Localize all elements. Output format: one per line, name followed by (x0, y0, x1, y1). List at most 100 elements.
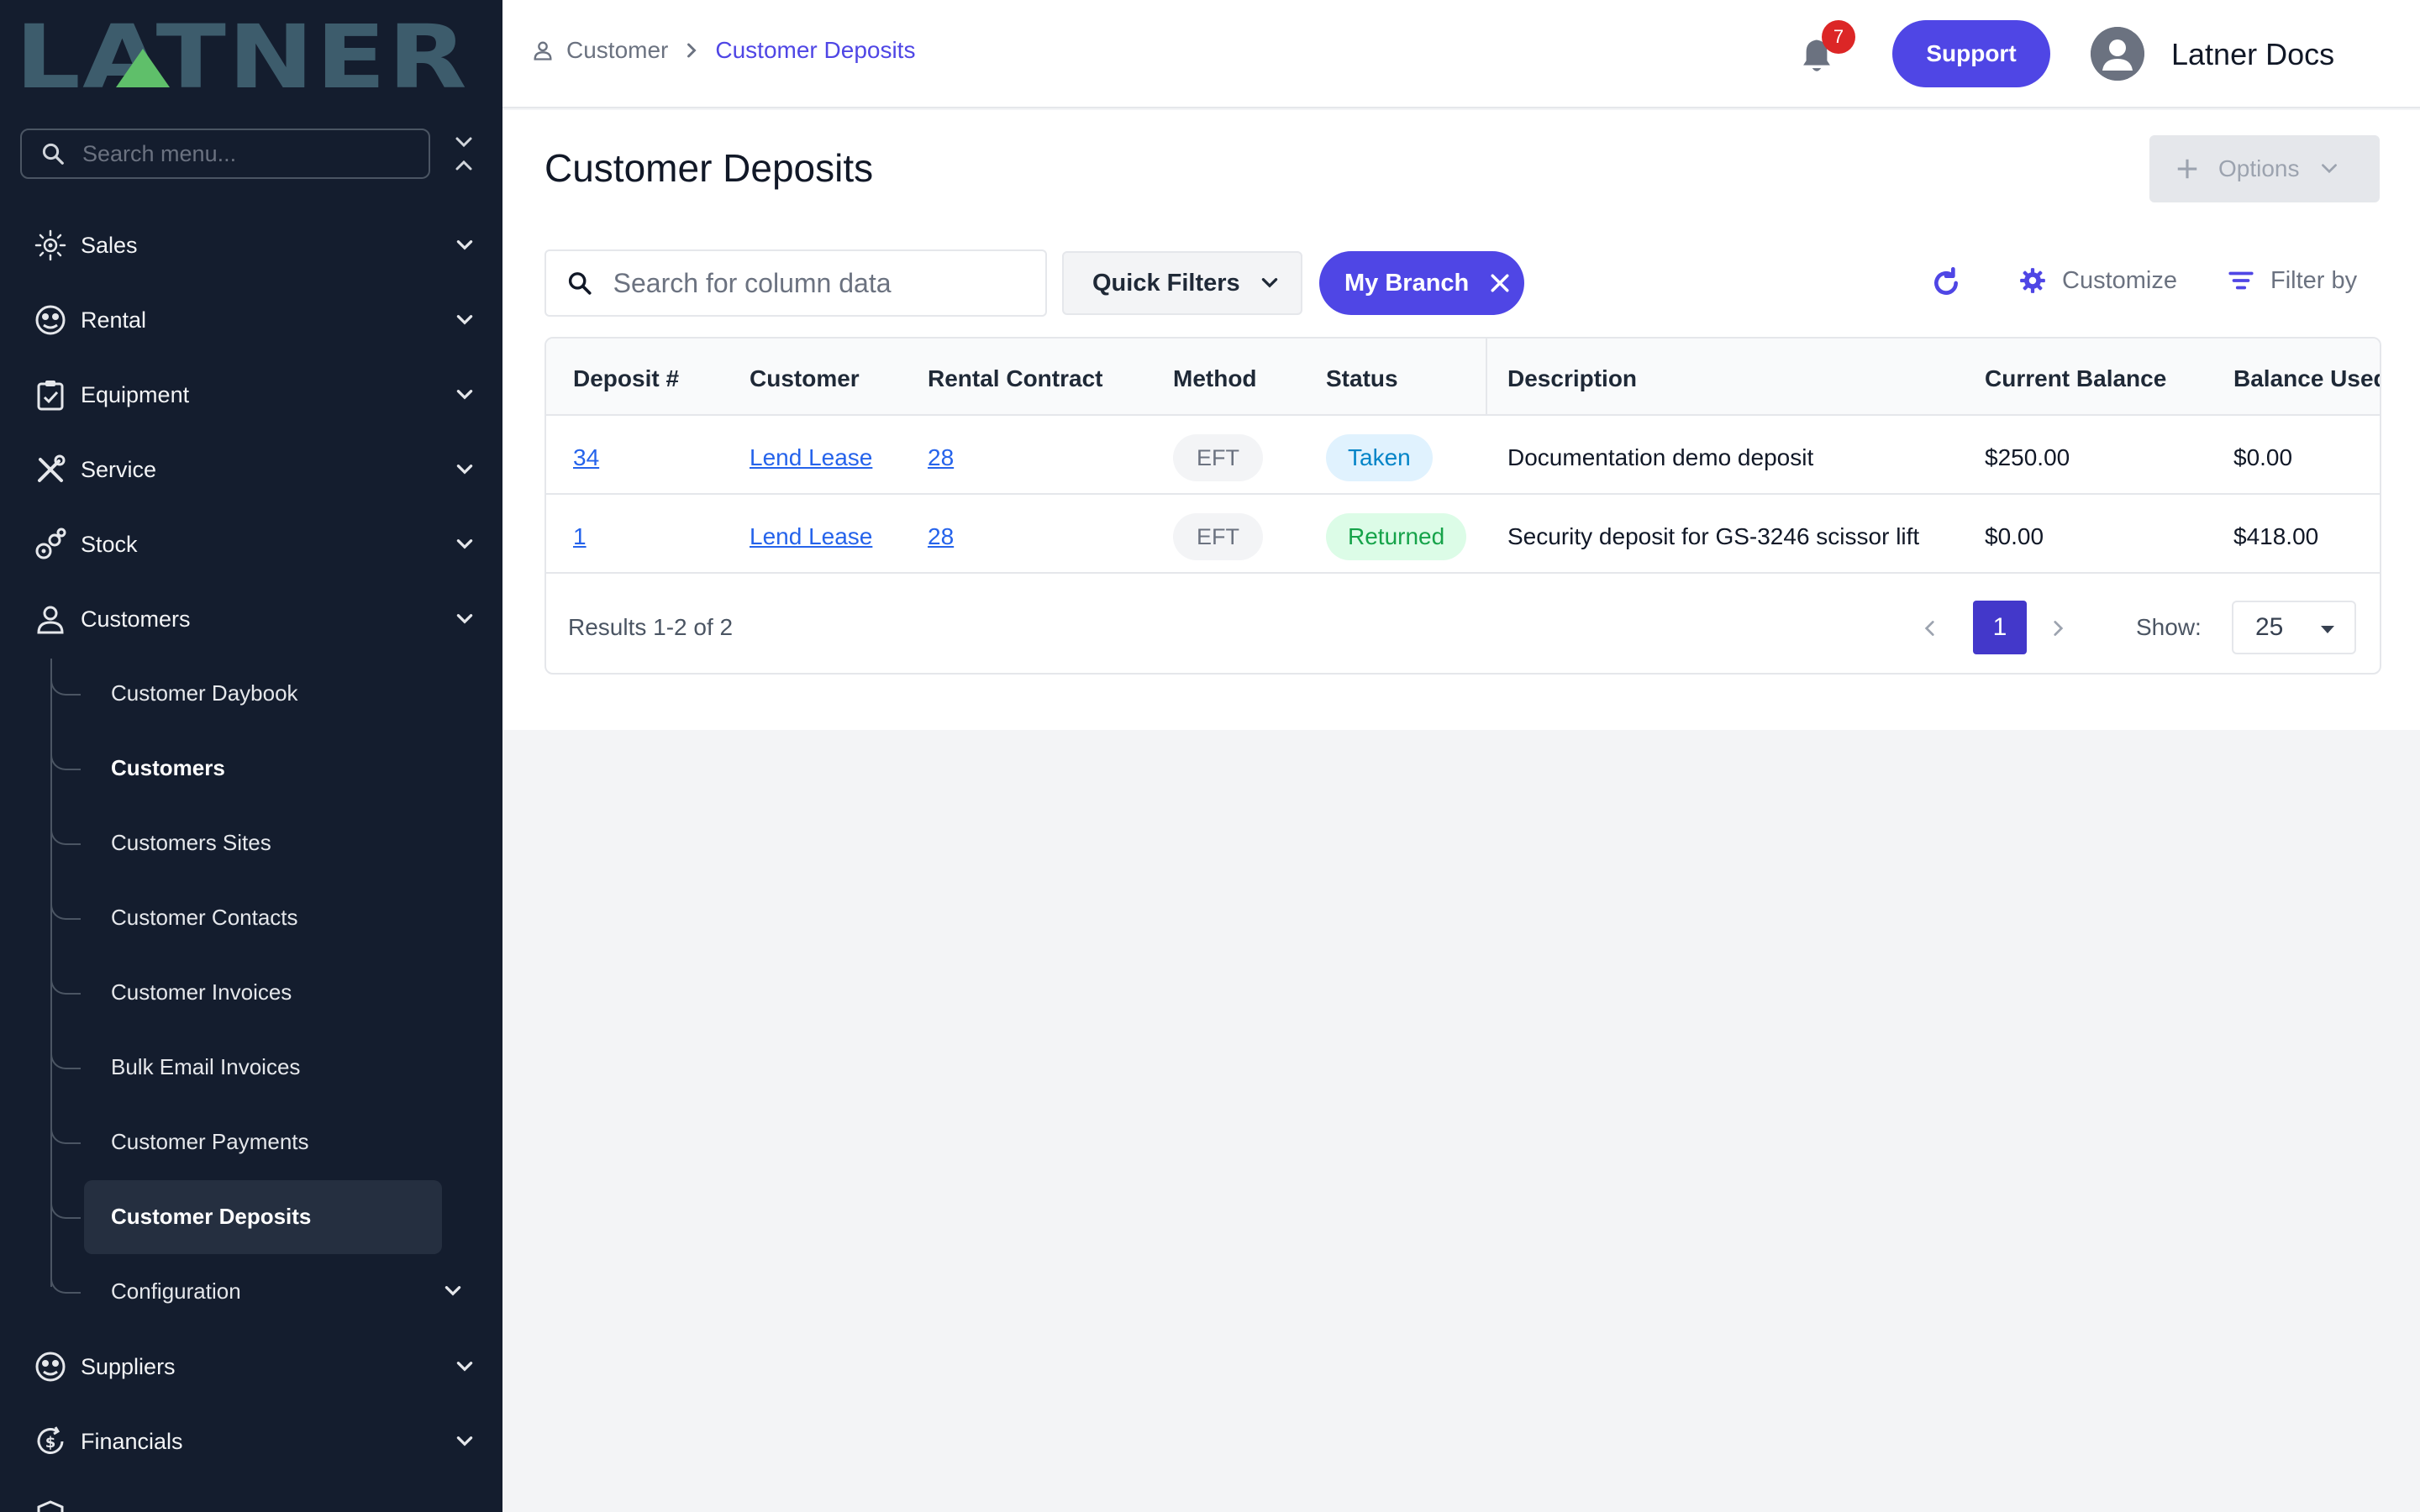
suppliers-icon (32, 1348, 69, 1385)
user-name[interactable]: Latner Docs (2171, 37, 2334, 72)
sidebar-item-label: Stock (81, 531, 138, 557)
options-button[interactable]: Options (2149, 135, 2380, 202)
tree-branch (50, 885, 81, 920)
search-icon (568, 272, 592, 295)
filter-chip-my-branch[interactable]: My Branch (1319, 251, 1524, 315)
deposit-number-link[interactable]: 1 (573, 523, 587, 550)
tree-branch (50, 1184, 81, 1219)
sidebar-subitem-label: Customers Sites (111, 830, 271, 855)
refresh-icon[interactable] (1929, 266, 1963, 300)
page-size-label: Show: (2136, 614, 2202, 640)
tree-branch (50, 660, 81, 696)
service-icon (32, 451, 69, 488)
sidebar-subitem-label: Customer Invoices (111, 979, 292, 1005)
options-label: Options (2218, 155, 2300, 181)
sidebar-item-stock[interactable]: Stock (0, 511, 502, 578)
column-header-current-balance[interactable]: Current Balance (1985, 365, 2166, 392)
sidebar-subitem-customer-invoices[interactable]: Customer Invoices (50, 959, 477, 1026)
results-count: Results 1-2 of 2 (568, 614, 734, 640)
filter-chip-label: My Branch (1344, 269, 1470, 297)
column-header-deposit[interactable]: Deposit # (573, 365, 679, 392)
sidebar-subitem-label: Customer Payments (111, 1129, 309, 1154)
customer-link[interactable]: Lend Lease (750, 444, 872, 471)
rental-contract-link[interactable]: 28 (928, 444, 954, 471)
sidebar-subitem-bulk-email-invoices[interactable]: Bulk Email Invoices (50, 1034, 477, 1101)
balance-used-cell: $418.00 (2233, 523, 2319, 549)
page-title: Customer Deposits (544, 146, 874, 190)
deposits-table: Deposit # Customer Rental Contract Metho… (544, 337, 2381, 675)
sidebar-search-input[interactable] (82, 140, 402, 167)
sidebar-item-label: Sales (81, 232, 138, 258)
page-size-select[interactable]: 25 (2232, 601, 2356, 654)
close-icon[interactable] (1487, 270, 1512, 296)
sidebar-item-label: Service (81, 456, 157, 482)
sidebar-item-service[interactable]: Service (0, 436, 502, 503)
filter-by-button[interactable]: Filter by (2227, 266, 2357, 295)
collapse-menu-icon[interactable] (450, 134, 477, 173)
avatar[interactable] (2091, 27, 2144, 81)
sales-icon (32, 227, 69, 264)
chevron-left-icon[interactable] (1919, 617, 1941, 639)
chevron-right-icon[interactable] (2047, 617, 2069, 639)
column-header-status[interactable]: Status (1326, 365, 1398, 392)
description-cell: Security deposit for GS-3246 scissor lif… (1507, 523, 1920, 549)
sidebar-item-label: Suppliers (81, 1353, 176, 1379)
chevron-down-icon (454, 459, 476, 480)
table-row[interactable]: 1 Lend Lease 28 EFT Returned Security de… (546, 496, 2380, 574)
sidebar-subitem-customer-contacts[interactable]: Customer Contacts (50, 885, 477, 952)
filter-icon (2228, 271, 2254, 290)
rental-contract-link[interactable]: 28 (928, 523, 954, 550)
column-search[interactable] (544, 249, 1047, 317)
sidebar-item-label: Customers (81, 606, 191, 632)
column-header-balance-used[interactable]: Balance Used (2233, 365, 2380, 392)
tree-branch (50, 810, 81, 845)
sidebar-subitem-customer-deposits[interactable]: Customer Deposits (50, 1180, 477, 1254)
chevron-down-icon (1261, 278, 1277, 288)
column-header-customer[interactable]: Customer (750, 365, 860, 392)
sidebar-subitem-customers[interactable]: Customers (50, 735, 477, 802)
chevron-down-icon (454, 533, 476, 555)
sidebar-subitem-customer-daybook[interactable]: Customer Daybook (50, 660, 477, 727)
sidebar-item-label: Financials (81, 1428, 183, 1454)
column-header-rental-contract[interactable]: Rental Contract (928, 365, 1102, 392)
customer-link[interactable]: Lend Lease (750, 523, 872, 550)
sidebar: LATNER Sales Rental Equipment Service St… (0, 0, 502, 1512)
breadcrumb-customer-deposits[interactable]: Customer Deposits (715, 37, 915, 64)
sidebar-subitem-configuration[interactable]: Configuration (50, 1258, 477, 1326)
gear-icon (2020, 268, 2045, 293)
sidebar-item-customers[interactable]: Customers (0, 585, 502, 653)
table-row[interactable]: 34 Lend Lease 28 EFT Taken Documentation… (546, 417, 2380, 495)
deposit-number-link[interactable]: 34 (573, 444, 599, 471)
customize-label: Customize (2062, 266, 2177, 294)
sidebar-search[interactable] (20, 129, 430, 179)
status-badge: Returned (1326, 513, 1467, 560)
sidebar-subitem-customer-payments[interactable]: Customer Payments (50, 1109, 477, 1176)
status-badge: Taken (1326, 434, 1433, 481)
tree-branch (50, 735, 81, 770)
notification-count-badge: 7 (1822, 20, 1855, 54)
sidebar-item-rental[interactable]: Rental (0, 286, 502, 354)
quick-filters-dropdown[interactable]: Quick Filters (1062, 251, 1302, 315)
sidebar-subitem-label: Customer Deposits (111, 1204, 312, 1229)
support-button[interactable]: Support (1892, 20, 2050, 87)
page-1-button[interactable]: 1 (1973, 601, 2027, 654)
sidebar-item-sales[interactable]: Sales (0, 212, 502, 279)
sidebar-item-financials[interactable]: $ Financials (0, 1408, 502, 1475)
rental-icon (32, 302, 69, 339)
sidebar-item-equipment[interactable]: Equipment (0, 361, 502, 428)
column-search-input[interactable] (613, 267, 1045, 299)
customize-button[interactable]: Customize (2018, 266, 2177, 295)
stock-icon (32, 526, 69, 563)
sidebar-item-suppliers[interactable]: Suppliers (0, 1333, 502, 1400)
sidebar-subitem-label: Customer Daybook (111, 680, 298, 706)
breadcrumb-customer[interactable]: Customer (566, 37, 668, 64)
sidebar-subitem-customers-sites[interactable]: Customers Sites (50, 810, 477, 877)
sidebar-item-partial[interactable] (0, 1483, 502, 1512)
tree-branch (50, 1034, 81, 1069)
plus-icon (2177, 159, 2197, 179)
search-icon (42, 143, 64, 165)
column-header-description[interactable]: Description (1507, 365, 1637, 392)
table-header: Deposit # Customer Rental Contract Metho… (546, 339, 2380, 416)
column-header-method[interactable]: Method (1173, 365, 1257, 392)
svg-text:LATNER: LATNER (15, 15, 469, 96)
